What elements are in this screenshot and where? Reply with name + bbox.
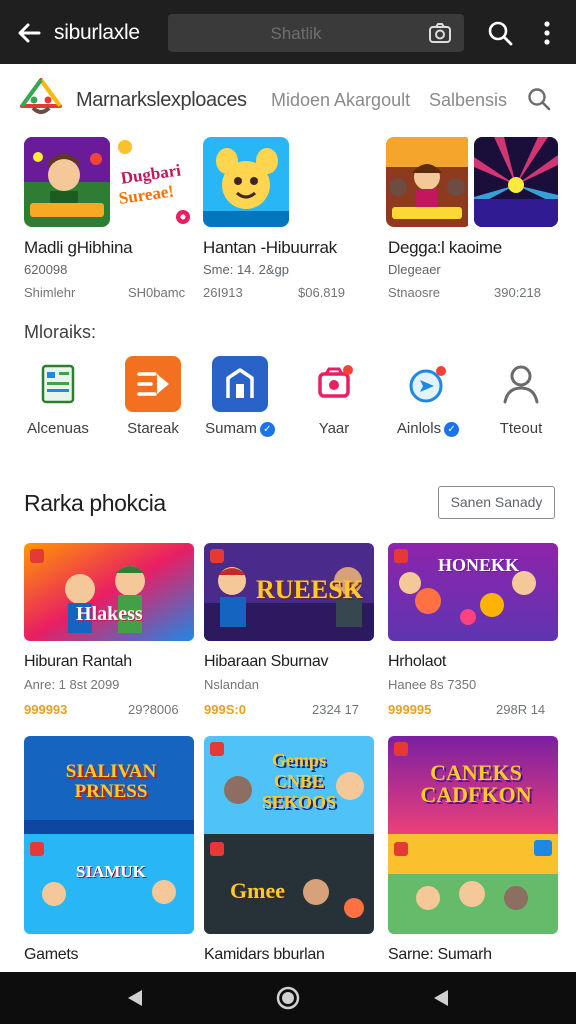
section-label: Mloraiks: xyxy=(24,322,97,342)
game-card-image[interactable]: HONEKK xyxy=(388,543,558,641)
quick-action-label: Yaar xyxy=(318,420,350,437)
store-logo-icon[interactable] xyxy=(20,78,62,118)
game-count: 298R 14 xyxy=(496,702,546,717)
featured-thumbnail[interactable] xyxy=(386,137,472,227)
featured-subtitle: 620098 xyxy=(24,262,68,277)
more-options-icon[interactable] xyxy=(538,19,556,47)
recents-icon[interactable] xyxy=(428,986,454,1010)
quick-action-label: Tteout xyxy=(499,420,543,437)
back-icon[interactable] xyxy=(122,986,148,1010)
quick-action-label: Stareak xyxy=(127,420,179,437)
featured-meta: SH0bamc xyxy=(128,285,186,300)
system-navigation-bar xyxy=(0,972,576,1024)
game-card-image[interactable]: CANEKS CADFKON xyxy=(388,736,558,934)
search-placeholder: Shatlik xyxy=(270,24,322,43)
game-title[interactable]: Hrholaot xyxy=(388,653,446,671)
game-title[interactable]: Kamidars bburlan xyxy=(204,946,325,964)
featured-thumbnail[interactable] xyxy=(474,137,558,227)
featured-meta: $06.819 xyxy=(298,285,345,300)
game-subtitle: Hanee 8s 7350 xyxy=(388,677,477,692)
featured-title[interactable]: Madli gHibhina xyxy=(24,238,133,258)
tab-1[interactable]: Midoen Akargoult xyxy=(271,90,410,111)
featured-meta: 390:218 xyxy=(494,285,541,300)
top-app-bar: siburlaxle Shatlik xyxy=(0,0,576,64)
form-icon xyxy=(30,356,86,412)
store-nav: Marnarkslexploaces Midoen Akargoult Salb… xyxy=(0,64,576,130)
featured-promo-art[interactable]: Dugbari Sureae! xyxy=(115,137,195,225)
featured-subtitle: Sme: 14. 2&gp xyxy=(203,262,289,277)
game-banner-text: HONEKK xyxy=(438,555,520,575)
game-card-image[interactable]: SIALIVAN PRNESS SIAMUK xyxy=(24,736,194,934)
game-price: 999993 xyxy=(24,702,68,717)
person-icon xyxy=(493,356,549,412)
play-forward-icon xyxy=(125,356,181,412)
home-icon xyxy=(212,356,268,412)
send-icon xyxy=(400,356,456,412)
featured-subtitle: Dlegeaer xyxy=(388,262,441,277)
verified-badge-icon: ✓ xyxy=(444,422,460,437)
search-input[interactable]: Shatlik xyxy=(168,14,464,52)
back-arrow-icon[interactable] xyxy=(12,16,46,50)
game-banner-text: SIAMUK xyxy=(76,862,146,881)
featured-meta: Shimlehr xyxy=(24,285,76,300)
quick-action[interactable]: Stareak xyxy=(108,356,198,446)
quick-action-label: Alcenuas xyxy=(27,420,89,437)
game-count: 2324 17 xyxy=(312,702,359,717)
game-banner-text: RUEESK xyxy=(256,575,363,604)
game-banner-text: SIALIVAN PRNESS xyxy=(65,761,157,802)
quick-action-label: Sumam ✓ xyxy=(195,420,285,437)
see-all-button[interactable]: Sanen Sanady xyxy=(438,486,555,519)
game-subtitle: Anre: 1 8st 2099 xyxy=(24,677,120,692)
section-title: Rarka phokcia xyxy=(24,490,166,516)
featured-title[interactable]: Hantan -Hibuurrak xyxy=(203,238,337,258)
verified-badge-icon: ✓ xyxy=(259,422,275,437)
game-price: 999995 xyxy=(388,702,432,717)
quick-action[interactable]: Ainlols ✓ xyxy=(383,356,473,446)
quick-action-label: Ainlols ✓ xyxy=(383,420,473,437)
featured-thumbnail[interactable] xyxy=(24,137,110,227)
featured-title[interactable]: Degga:l kaoime xyxy=(388,238,502,258)
camera-icon xyxy=(306,356,362,412)
game-card-image[interactable]: RUEESK xyxy=(204,543,374,641)
game-banner-text: Hlakess xyxy=(76,603,143,625)
featured-thumbnail[interactable] xyxy=(203,137,289,227)
game-card-image[interactable]: Hlakess xyxy=(24,543,194,641)
quick-action[interactable]: Sumam ✓ xyxy=(195,356,285,446)
search-icon[interactable] xyxy=(526,86,552,112)
home-button-icon[interactable] xyxy=(275,986,301,1010)
quick-action[interactable]: Tteout xyxy=(476,356,566,446)
game-banner-text: CANEKS CADFKON xyxy=(420,760,532,807)
game-banner-text: Gemps CNBE SEKOOS xyxy=(261,750,337,812)
game-card-image[interactable]: Gemps CNBE SEKOOS Gmee xyxy=(204,736,374,934)
game-title[interactable]: Hibaraan Sburnav xyxy=(204,653,328,671)
featured-meta: 26I913 xyxy=(203,285,243,300)
game-subtitle: Nslandan xyxy=(204,677,259,692)
game-banner-text: Gmee xyxy=(230,878,285,903)
camera-search-icon[interactable] xyxy=(428,22,452,44)
quick-action[interactable]: Alcenuas xyxy=(13,356,103,446)
game-title[interactable]: Gamets xyxy=(24,946,79,964)
tab-2[interactable]: Salbensis xyxy=(429,90,507,111)
quick-action[interactable]: Yaar xyxy=(289,356,379,446)
featured-meta: Stnaosre xyxy=(388,285,441,300)
game-title[interactable]: Sarne: Sumarh xyxy=(388,946,492,964)
store-title: Marnarkslexploaces xyxy=(76,89,247,111)
game-title[interactable]: Hiburan Rantah xyxy=(24,653,132,671)
game-count: 29?8006 xyxy=(128,702,179,717)
search-icon[interactable] xyxy=(486,19,514,47)
app-title: siburlaxle xyxy=(54,21,140,44)
game-price: 999S:0 xyxy=(204,702,246,717)
